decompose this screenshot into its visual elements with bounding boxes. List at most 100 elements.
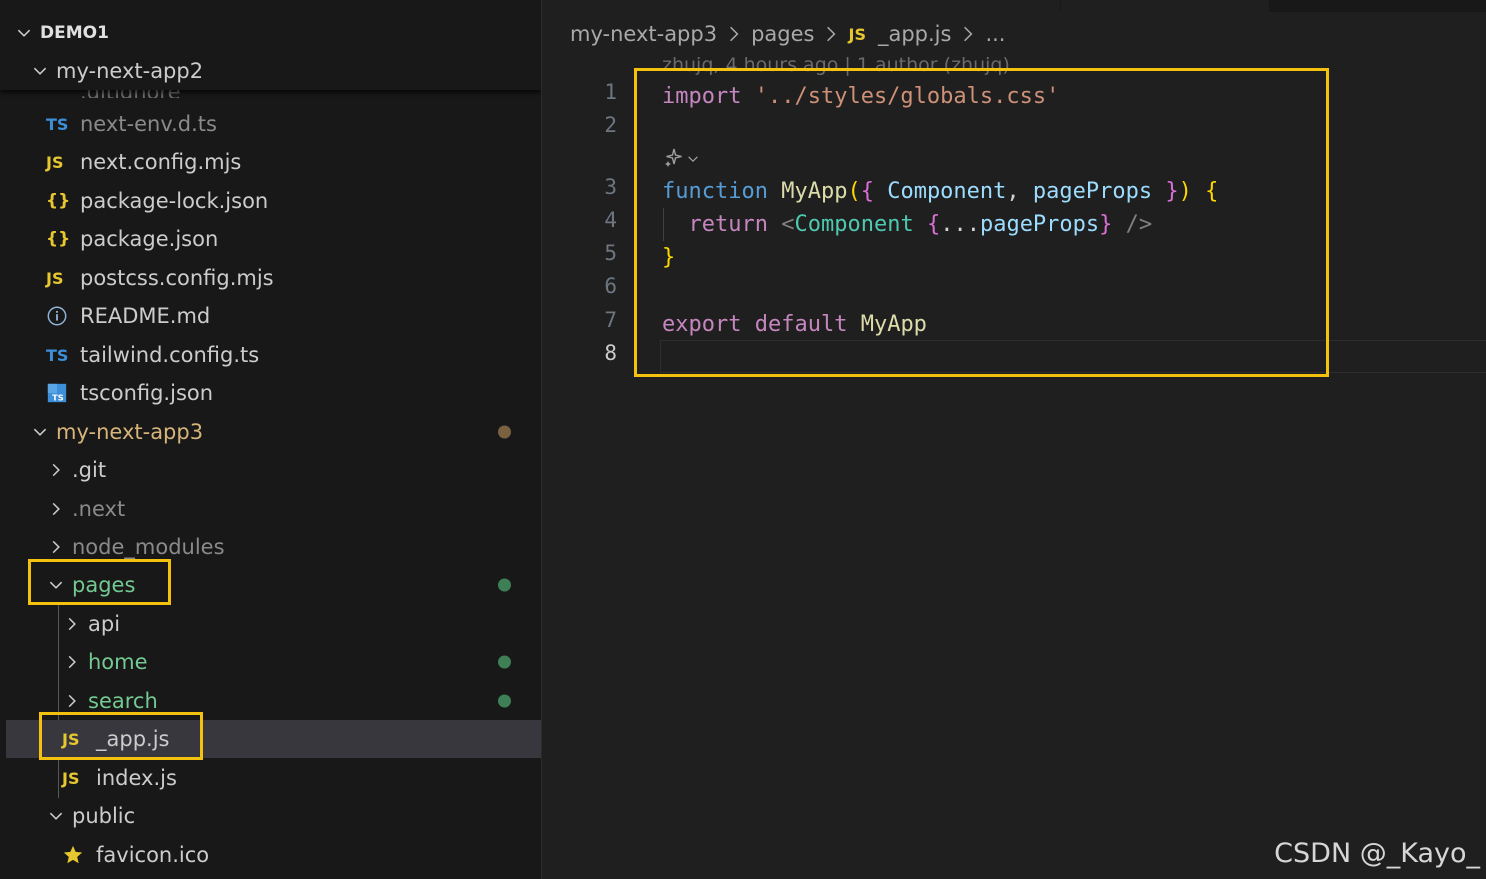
folder-label: node_modules: [72, 535, 225, 559]
file-label: README.md: [80, 304, 211, 328]
git-status-dot: [498, 578, 511, 592]
chevron-right-icon: [62, 652, 82, 672]
file-label: index.js: [96, 766, 177, 790]
folder-label: public: [72, 804, 136, 828]
chevron-right-icon: [46, 537, 66, 557]
watermark: CSDN @_Kayo_: [1274, 838, 1480, 869]
file-item-app-js[interactable]: JS _app.js: [6, 720, 541, 758]
json-file-icon: {}: [46, 229, 71, 249]
line-number-active: 8: [604, 341, 617, 365]
chevron-right-icon: [46, 460, 66, 480]
breadcrumb-item[interactable]: pages: [751, 22, 814, 46]
file-item-tailwind-config[interactable]: TS tailwind.config.ts: [46, 336, 541, 374]
file-label: package.json: [80, 227, 219, 251]
file-item-package-lock[interactable]: {} package-lock.json: [46, 182, 541, 220]
line-number: 2: [604, 113, 617, 137]
folder-label: .git: [72, 458, 107, 482]
explorer-root-label: DEMO1: [40, 23, 109, 43]
chevron-down-icon: [46, 806, 66, 826]
current-line-highlight: [660, 340, 1486, 373]
file-label: _app.js: [96, 727, 170, 751]
tree-indent-guide: [58, 760, 59, 798]
folder-item-my-next-app3[interactable]: my-next-app3: [30, 413, 541, 451]
code-line-4[interactable]: return <Component {...pageProps} />: [662, 208, 1153, 241]
git-status-dot: [498, 655, 511, 669]
file-item-readme[interactable]: README.md: [46, 297, 541, 335]
folder-item-git[interactable]: .git: [46, 451, 541, 489]
chevron-down-icon: [46, 575, 66, 595]
tsconfig-file-icon: TS: [46, 381, 72, 405]
svg-text:TS: TS: [52, 392, 64, 402]
file-item-next-env[interactable]: TS next-env.d.ts: [46, 105, 541, 143]
breadcrumb: my-next-app3 pages JS _app.js ...: [570, 16, 1005, 52]
json-file-icon: {}: [46, 191, 71, 211]
folder-item-search[interactable]: search: [62, 682, 541, 720]
git-blame-codelens[interactable]: zhujq, 4 hours ago | 1 author (zhujq): [662, 54, 1010, 76]
folder-label: .next: [72, 497, 126, 521]
chevron-right-icon: [62, 614, 82, 634]
file-label: package-lock.json: [80, 189, 269, 213]
folder-label: pages: [72, 573, 136, 597]
breadcrumb-item[interactable]: ...: [985, 22, 1005, 46]
chevron-down-icon: [686, 151, 700, 170]
folder-label: my-next-app3: [56, 420, 204, 444]
line-number: 6: [604, 274, 617, 298]
line-number: 4: [604, 208, 617, 232]
folder-label: api: [88, 612, 121, 636]
codelens-actions[interactable]: [662, 146, 700, 174]
star-icon: [62, 843, 88, 867]
chevron-right-icon: [62, 691, 82, 711]
javascript-file-icon: JS: [62, 768, 80, 788]
sparkle-icon: [662, 146, 686, 174]
file-item-index-js[interactable]: JS index.js: [62, 759, 541, 797]
folder-item-api[interactable]: api: [62, 605, 541, 643]
folder-item-next[interactable]: .next: [46, 490, 541, 528]
line-number: 1: [604, 80, 617, 104]
typescript-file-icon: TS: [46, 345, 69, 365]
code-line-7[interactable]: export default MyApp: [662, 308, 927, 341]
git-status-dot: [498, 694, 511, 708]
file-item-next-config[interactable]: JS next.config.mjs: [46, 143, 541, 181]
folder-item-public[interactable]: public: [46, 797, 541, 835]
file-label: next-env.d.ts: [80, 112, 217, 136]
folder-item-pages[interactable]: pages: [46, 566, 541, 604]
line-number: 3: [604, 175, 617, 199]
javascript-file-icon: JS: [848, 24, 866, 44]
folder-label: search: [88, 689, 158, 713]
typescript-file-icon: TS: [46, 114, 69, 134]
breadcrumb-item[interactable]: my-next-app3: [570, 22, 717, 46]
file-label: favicon.ico: [96, 843, 210, 867]
file-item-favicon[interactable]: favicon.ico: [62, 836, 541, 874]
file-label: tsconfig.json: [80, 381, 214, 405]
chevron-right-icon: [727, 25, 741, 43]
breadcrumb-item[interactable]: _app.js: [878, 22, 951, 46]
line-number: 5: [604, 241, 617, 265]
line-number: 7: [604, 308, 617, 332]
javascript-file-icon: JS: [46, 152, 64, 172]
explorer-sidebar: DEMO1 my-next-app2 .gitignore TS next-en…: [0, 0, 542, 879]
info-icon: [46, 304, 72, 328]
code-line-5[interactable]: }: [662, 241, 675, 274]
code-line-3[interactable]: function MyApp({ Component, pageProps })…: [662, 175, 1218, 208]
file-label: tailwind.config.ts: [80, 343, 260, 367]
file-label: next.config.mjs: [80, 150, 242, 174]
code-editor: my-next-app3 pages JS _app.js ... zhujq,…: [543, 0, 1486, 879]
git-status-dot: [498, 425, 511, 439]
chevron-down-icon: [30, 422, 50, 442]
file-item-postcss-config[interactable]: JS postcss.config.mjs: [46, 259, 541, 297]
tab-bar: [543, 0, 1486, 12]
sticky-folder-row[interactable]: my-next-app2: [0, 52, 541, 90]
folder-label: my-next-app2: [56, 59, 204, 83]
javascript-file-icon: JS: [46, 268, 64, 288]
chevron-down-icon: [14, 23, 34, 43]
chevron-right-icon: [824, 25, 838, 43]
javascript-file-icon: JS: [62, 729, 80, 749]
file-item-tsconfig[interactable]: TS tsconfig.json: [46, 374, 541, 412]
chevron-right-icon: [961, 25, 975, 43]
folder-item-node-modules[interactable]: node_modules: [46, 528, 541, 566]
chevron-down-icon: [30, 61, 50, 81]
file-item-package-json[interactable]: {} package.json: [46, 220, 541, 258]
code-line-1[interactable]: import '../styles/globals.css': [662, 80, 1059, 113]
explorer-root-header[interactable]: DEMO1: [0, 14, 541, 52]
folder-item-home[interactable]: home: [62, 643, 541, 681]
